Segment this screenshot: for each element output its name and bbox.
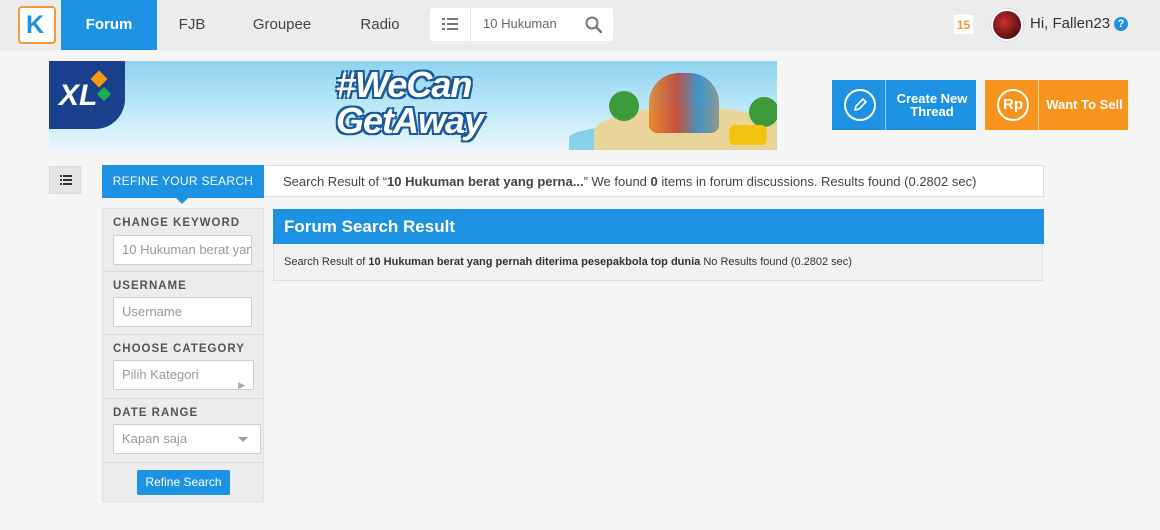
search-divider [470, 8, 471, 41]
chevron-right-icon: ▶ [238, 380, 245, 390]
forum-search-result-panel: Forum Search Result Search Result of 10 … [273, 209, 1044, 281]
xl-logo: XL [49, 61, 125, 129]
search-result-bar: REFINE YOUR SEARCH Search Result of “10 … [102, 165, 1044, 204]
notification-badge[interactable]: 15 [953, 14, 974, 35]
chevron-down-icon [238, 437, 248, 442]
category-section: CHOOSE CATEGORY Pilih Kategori ▶ [103, 335, 263, 399]
top-navbar: K Forum FJB Groupee Radio 10 Hukuman 15 … [0, 0, 1160, 50]
date-range-select[interactable]: Kapan saja [113, 424, 261, 454]
panel-title: Forum Search Result [273, 209, 1044, 244]
search-input[interactable]: 10 Hukuman [483, 16, 557, 31]
list-icon [60, 175, 72, 185]
rupiah-icon: Rp [997, 89, 1029, 121]
banner-people [649, 73, 719, 133]
user-greeting[interactable]: Hi, Fallen23 [1030, 15, 1110, 32]
refine-sidebar: CHANGE KEYWORD 10 Hukuman berat yang per… [102, 208, 264, 502]
search-bar[interactable]: 10 Hukuman [430, 8, 613, 41]
filter-toggle-button[interactable] [49, 166, 81, 194]
refine-your-search-tab[interactable]: REFINE YOUR SEARCH [102, 165, 264, 204]
username-input[interactable]: Username [113, 297, 252, 327]
keyword-input[interactable]: 10 Hukuman berat yang perna [113, 235, 252, 265]
keyword-section: CHANGE KEYWORD 10 Hukuman berat yang per… [103, 209, 263, 272]
nav-tab-forum[interactable]: Forum [61, 0, 157, 50]
category-select[interactable]: Pilih Kategori ▶ [113, 360, 254, 390]
help-icon[interactable]: ? [1114, 17, 1128, 31]
pencil-icon [844, 89, 876, 121]
banner-van [729, 125, 767, 145]
search-result-summary: Search Result of “10 Hukuman berat yang … [283, 174, 977, 189]
date-range-section: DATE RANGE Kapan saja [103, 399, 263, 463]
search-icon[interactable] [585, 16, 602, 33]
nav-tab-fjb[interactable]: FJB [165, 0, 219, 50]
refine-search-button[interactable]: Refine Search [137, 470, 230, 495]
want-to-sell-button[interactable]: Rp Want To Sell [985, 80, 1128, 130]
create-new-thread-button[interactable]: Create New Thread [832, 80, 976, 130]
list-icon[interactable] [442, 17, 458, 31]
avatar[interactable] [991, 9, 1023, 41]
no-results-message: Search Result of 10 Hukuman berat yang p… [284, 256, 852, 268]
username-section: USERNAME Username [103, 272, 263, 335]
caret-down-icon [176, 198, 188, 204]
ad-banner[interactable]: XL #WeCan GetAway [49, 61, 777, 150]
palm-tree-left [609, 91, 639, 121]
nav-tab-groupee[interactable]: Groupee [240, 0, 324, 50]
nav-tab-radio[interactable]: Radio [350, 0, 410, 50]
palm-tree-right [749, 97, 777, 127]
banner-slogan: #WeCan GetAway [336, 64, 484, 141]
kaskus-logo[interactable]: K [18, 6, 56, 44]
